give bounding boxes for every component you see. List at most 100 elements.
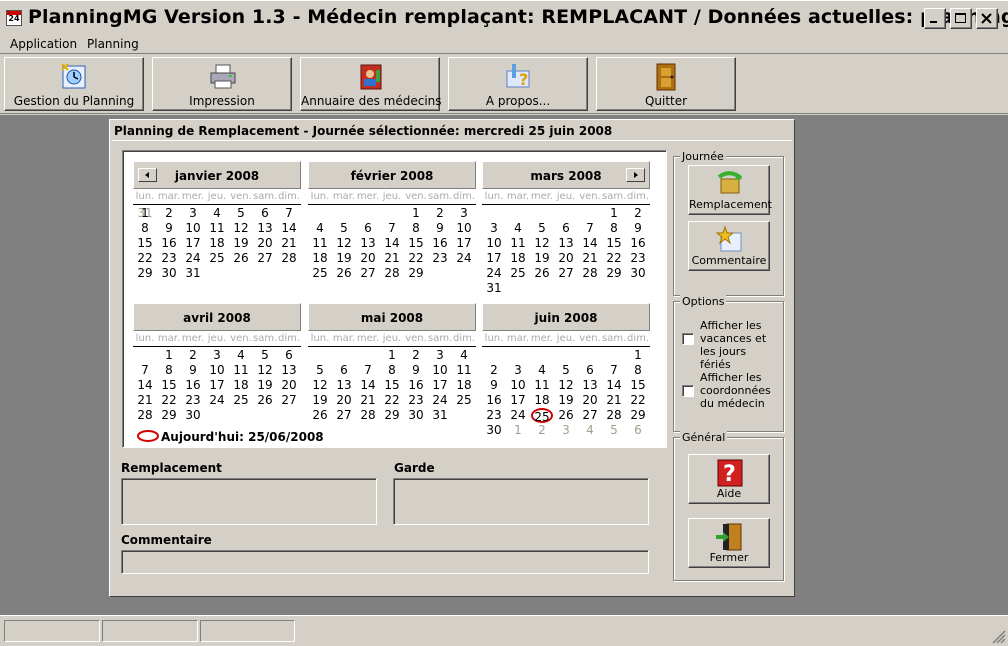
day-cell[interactable]: 8 [133,221,157,236]
day-cell[interactable]: 25 [506,266,530,281]
resize-grip-icon[interactable] [992,630,1006,644]
day-cell[interactable]: 20 [332,393,356,408]
menu-planning[interactable]: Planning [87,37,139,51]
day-cell[interactable]: 17 [506,393,530,408]
day-cell[interactable]: 3 [482,221,506,236]
day-cell[interactable]: 28 [578,266,602,281]
day-cell[interactable]: 12 [530,236,554,251]
day-cell[interactable]: 28 [602,408,626,423]
day-cell[interactable]: 29 [626,408,650,423]
day-cell[interactable]: 25 [452,393,476,408]
day-cell[interactable]: 11 [452,363,476,378]
day-cell[interactable]: 5 [253,348,277,363]
day-cell[interactable]: 4 [506,221,530,236]
day-cell[interactable]: 19 [332,251,356,266]
day-cell[interactable]: 8 [404,221,428,236]
day-cell[interactable]: 9 [157,221,181,236]
maximize-button[interactable] [950,8,972,29]
menu-application[interactable]: Application [10,37,77,51]
day-cell[interactable]: 15 [157,378,181,393]
day-cell[interactable]: 11 [229,363,253,378]
day-cell[interactable]: 25 [229,393,253,408]
day-cell[interactable]: 21 [356,393,380,408]
day-cell[interactable]: 7 [602,363,626,378]
day-cell[interactable]: 10 [205,363,229,378]
day-cell[interactable]: 13 [332,378,356,393]
day-cell[interactable]: 17 [205,378,229,393]
day-cell[interactable]: 6 [332,363,356,378]
day-cell[interactable]: 6 [626,423,650,438]
day-cell[interactable]: 26 [253,393,277,408]
a-propos-button[interactable]: ? A propos... [448,57,588,111]
day-cell[interactable]: 23 [157,251,181,266]
day-cell[interactable]: 29 [157,408,181,423]
day-cell[interactable]: 30 [482,423,506,438]
prev-month-button[interactable] [138,168,157,182]
day-cell[interactable]: 1 [380,348,404,363]
day-cell[interactable]: 25 [308,266,332,281]
day-cell[interactable]: 20 [253,236,277,251]
day-cell[interactable]: 9 [181,363,205,378]
day-cell[interactable]: 4 [530,363,554,378]
coordonnees-checkbox[interactable] [682,385,694,397]
planning-window-title-bar[interactable]: Planning de Remplacement - Journée sélec… [112,122,792,141]
day-cell[interactable]: 5 [332,221,356,236]
day-cell[interactable]: 24 [452,251,476,266]
day-cell[interactable]: 1 [157,348,181,363]
today-indicator[interactable]: Aujourd'hui: 25/06/2008 [137,429,324,444]
day-cell[interactable]: 1 [626,348,650,363]
gestion-planning-button[interactable]: Gestion du Planning [4,57,144,111]
quitter-button[interactable]: Quitter [596,57,736,111]
day-cell[interactable]: 4 [452,348,476,363]
day-cell[interactable]: 1 [602,206,626,221]
day-cell[interactable]: 17 [452,236,476,251]
day-cell[interactable]: 22 [404,251,428,266]
day-cell[interactable]: 19 [308,393,332,408]
day-cell[interactable]: 10 [482,236,506,251]
day-cell[interactable]: 16 [428,236,452,251]
day-cell[interactable]: 7 [277,206,301,221]
day-cell[interactable]: 1 [506,423,530,438]
day-cell[interactable]: 3 [205,348,229,363]
day-cell[interactable]: 21 [380,251,404,266]
day-cell[interactable]: 16 [626,236,650,251]
close-button[interactable] [976,8,998,29]
day-cell[interactable]: 27 [578,408,602,423]
day-cell[interactable]: 12 [332,236,356,251]
day-cell[interactable]: 10 [181,221,205,236]
fermer-button[interactable]: Fermer [688,518,770,568]
day-cell[interactable]: 9 [404,363,428,378]
day-cell[interactable]: 24 [181,251,205,266]
day-cell[interactable]: 11 [308,236,332,251]
day-cell[interactable]: 20 [277,378,301,393]
day-cell[interactable]: 3 [506,363,530,378]
annuaire-medecins-button[interactable]: Annuaire des médecins [300,57,442,111]
day-cell[interactable]: 10 [506,378,530,393]
calendar-app-icon[interactable]: 24 [6,10,22,26]
day-cell[interactable]: 5 [229,206,253,221]
day-cell[interactable]: 14 [578,236,602,251]
remplacement-field[interactable] [121,478,377,525]
selected-day-cell[interactable]: 25 [531,408,553,424]
day-cell[interactable]: 24 [506,408,530,423]
day-cell[interactable]: 13 [578,378,602,393]
day-cell[interactable]: 28 [356,408,380,423]
day-cell[interactable]: 3 [428,348,452,363]
day-cell[interactable]: 28 [277,251,301,266]
day-cell[interactable]: 21 [277,236,301,251]
day-cell[interactable]: 2 [404,348,428,363]
minimize-button[interactable] [924,8,946,29]
day-cell[interactable]: 19 [253,378,277,393]
commentaire-field[interactable] [121,550,649,574]
garde-field[interactable] [393,478,649,525]
day-cell[interactable]: 27 [277,393,301,408]
day-cell[interactable]: 21 [602,393,626,408]
day-cell[interactable]: 14 [277,221,301,236]
day-cell[interactable]: 12 [554,378,578,393]
day-cell[interactable]: 6 [578,363,602,378]
day-cell[interactable]: 11 [205,221,229,236]
vacances-checkbox[interactable] [682,333,694,345]
day-cell[interactable]: 18 [205,236,229,251]
day-cell[interactable]: 16 [482,393,506,408]
day-cell[interactable]: 26 [332,266,356,281]
